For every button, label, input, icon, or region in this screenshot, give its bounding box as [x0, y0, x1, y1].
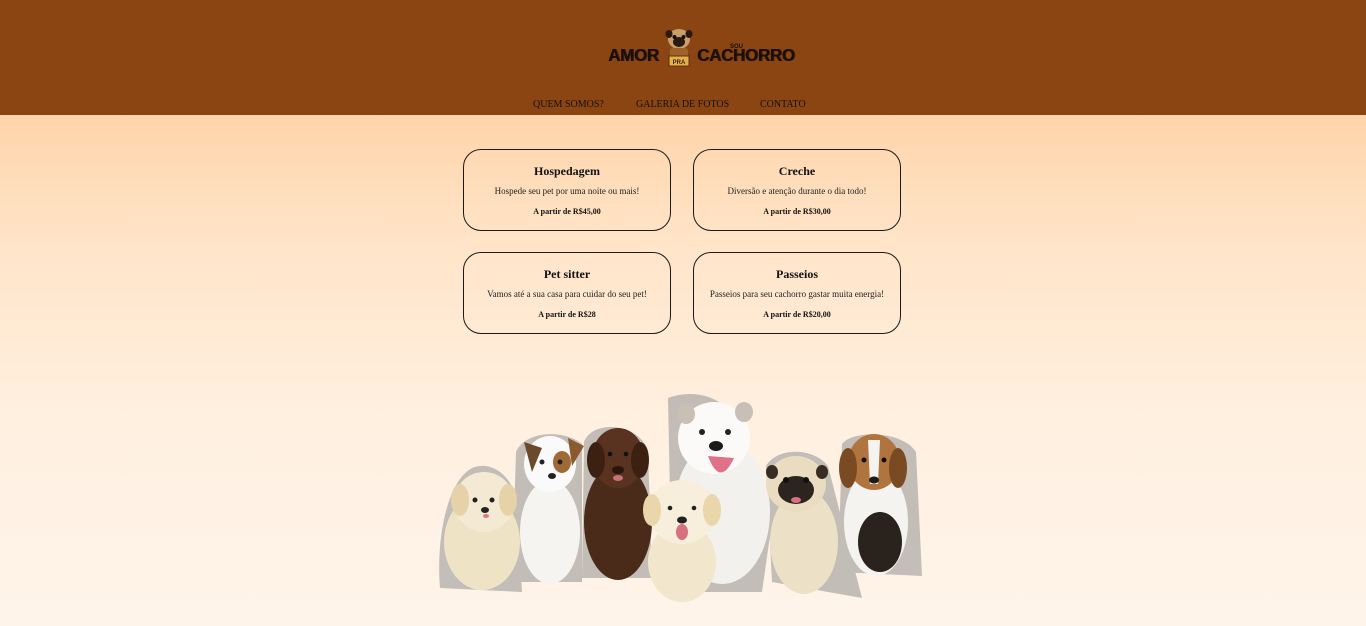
dog-golden-puppy-front — [643, 480, 721, 602]
service-description: Diversão e atenção durante o dia todo! — [727, 186, 867, 196]
group-of-dogs-image — [439, 394, 922, 602]
nav-item-galeria-de-fotos[interactable]: GALERIA DE FOTOS — [636, 99, 729, 110]
service-price: A partir de R$20,00 — [763, 310, 831, 319]
dog-chocolate-labrador — [584, 428, 652, 580]
service-price: A partir de R$28 — [538, 310, 596, 319]
service-title: Hospedagem — [534, 164, 600, 178]
service-description: Vamos até a sua casa para cuidar do seu … — [487, 289, 647, 299]
service-price: A partir de R$30,00 — [763, 207, 831, 216]
dog-jack-russell — [520, 436, 584, 584]
main-nav: QUEM SOMOS? GALERIA DE FOTOS CONTATO — [0, 99, 1366, 113]
service-card-pet-sitter[interactable]: Pet sitter Vamos até a sua casa para cui… — [463, 252, 671, 334]
logo-badge-text: PRA — [673, 60, 686, 66]
site-header: AMOR PRA SOU CACHORRO QUEM SOMOS? GALERI… — [0, 0, 1366, 115]
service-title: Creche — [778, 164, 816, 178]
service-card-creche[interactable]: Creche Diversão e atenção durante o dia … — [693, 149, 901, 231]
logo-word-amor: AMOR — [608, 45, 659, 66]
service-description: Hospede seu pet por uma noite ou mais! — [494, 186, 640, 196]
service-card-passeios[interactable]: Passeios Passeios para seu cachorro gast… — [693, 252, 901, 334]
nav-item-quem-somos[interactable]: QUEM SOMOS? — [533, 99, 604, 110]
service-description: Passeios para seu cachorro gastar muita … — [709, 289, 885, 299]
service-price: A partir de R$45,00 — [533, 207, 601, 216]
pug-logo-icon: PRA — [665, 29, 693, 67]
nav-item-contato[interactable]: CONTATO — [760, 99, 806, 110]
site-logo[interactable]: AMOR PRA SOU CACHORRO — [606, 26, 795, 74]
service-title: Pet sitter — [543, 267, 591, 281]
logo-word-cachorro: CACHORRO — [697, 45, 795, 66]
service-card-hospedagem[interactable]: Hospedagem Hospede seu pet por uma noite… — [463, 149, 671, 231]
service-title: Passeios — [776, 267, 818, 281]
dog-golden-puppy-left — [444, 472, 520, 590]
